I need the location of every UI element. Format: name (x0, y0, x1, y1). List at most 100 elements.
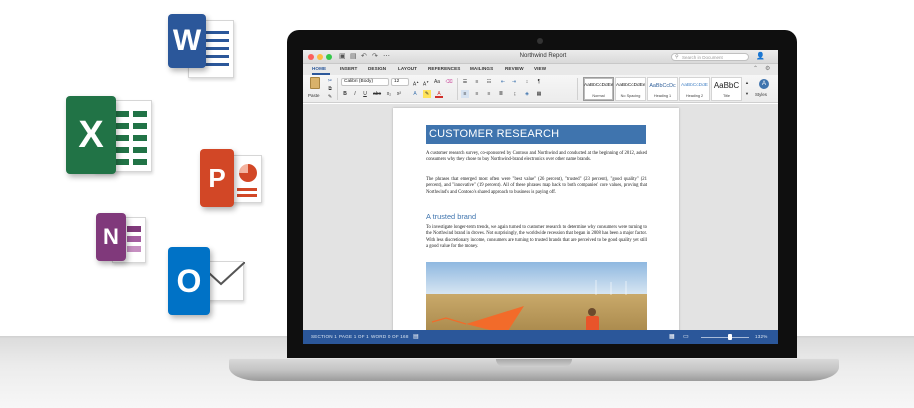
title-bar: ▣ ▤ ↶ ↷ ⋯ Northwind Report ⚲ Search in D… (303, 50, 778, 64)
clipboard-icon (310, 77, 320, 89)
style-name: Title (722, 94, 731, 98)
style-title[interactable]: AaBbC Title (711, 77, 742, 101)
status-bar: SECTION 1 PAGE 1 OF 1 WORD 0 OF 168 ▤ ▦ … (303, 330, 778, 344)
font-name-select[interactable]: Calibri (Body) (341, 78, 389, 86)
tab-design[interactable]: DESIGN (368, 66, 386, 71)
tab-view[interactable]: VIEW (534, 66, 546, 71)
highlight-icon[interactable]: ✎ (423, 90, 431, 98)
ribbon-separator (577, 78, 578, 100)
justify-icon[interactable]: ≣ (497, 90, 505, 98)
style-name: Normal (592, 94, 605, 98)
pie-chart-icon (239, 164, 257, 182)
print-layout-icon[interactable]: ▦ (669, 333, 675, 340)
camera-dot (537, 38, 543, 44)
tab-layout[interactable]: LAYOUT (398, 66, 417, 71)
format-painter-icon[interactable]: ✎ (326, 93, 334, 101)
copy-icon[interactable]: ⧉ (326, 85, 334, 93)
collapse-ribbon-icon[interactable]: ⌃ (753, 65, 758, 72)
increase-indent-icon[interactable]: ⇥ (510, 78, 518, 86)
save-icon[interactable]: ▣ (339, 53, 346, 61)
zoom-slider[interactable] (701, 337, 749, 338)
tab-review[interactable]: REVIEW (505, 66, 524, 71)
style-heading-2[interactable]: AaBbCcDdE Heading 2 (679, 77, 710, 101)
grow-font-icon[interactable]: A▲ (412, 78, 420, 88)
multilevel-list-icon[interactable]: ☷ (485, 78, 493, 86)
strikethrough-icon[interactable]: abc (373, 90, 381, 98)
align-left-icon[interactable]: ≡ (461, 90, 469, 98)
search-placeholder: Search in Document (682, 55, 723, 60)
superscript-icon[interactable]: x² (395, 90, 403, 98)
shrink-font-icon[interactable]: A▼ (422, 78, 430, 88)
promo-stage: W X P N O ▣ ▤ ↶ ↷ ⋯ Northwind Report ⚲ S… (0, 0, 914, 408)
document-page[interactable]: CUSTOMER RESEARCH A customer research su… (393, 108, 679, 330)
style-sample: AaBbCcDdEe (616, 83, 645, 88)
search-input[interactable]: ⚲ Search in Document (671, 53, 749, 61)
zoom-level[interactable]: 132% (755, 334, 768, 339)
align-center-icon[interactable]: ≡ (473, 90, 481, 98)
word-app-icon[interactable]: W (166, 14, 238, 80)
outlook-icon: O (168, 247, 210, 315)
sort-icon[interactable]: ↕ (523, 78, 531, 86)
styles-label: Styles (755, 92, 767, 97)
style-normal[interactable]: AaBbCcDdEe Normal (583, 77, 614, 101)
style-sample: AaBbCcDdEe (584, 83, 613, 88)
text-effects-icon[interactable]: A (411, 90, 419, 98)
style-heading-1[interactable]: AaBbCcDc Heading 1 (647, 77, 678, 101)
redo-icon[interactable]: ↷ (372, 53, 378, 61)
styles-pane-icon: A (759, 79, 769, 89)
proofing-icon[interactable]: ▤ (413, 333, 419, 340)
document-canvas[interactable]: CUSTOMER RESEARCH A customer research su… (303, 104, 778, 330)
font-color-icon[interactable]: A (435, 90, 443, 98)
laptop-notch (496, 359, 572, 367)
outlook-app-icon[interactable]: O (166, 247, 246, 319)
tab-mailings[interactable]: MAILINGS (470, 66, 493, 71)
clear-formatting-icon[interactable]: ⌫ (445, 78, 453, 86)
style-no-spacing[interactable]: AaBbCcDdEe No Spacing (615, 77, 646, 101)
tab-references[interactable]: REFERENCES (428, 66, 460, 71)
tab-home[interactable]: HOME (312, 66, 326, 71)
section-heading: A trusted brand (426, 212, 477, 221)
excel-app-icon[interactable]: X (64, 96, 154, 180)
zoom-slider-thumb[interactable] (727, 334, 732, 340)
zoom-button[interactable] (326, 54, 332, 60)
powerpoint-app-icon[interactable]: P (198, 149, 264, 211)
bullets-icon[interactable]: ☰ (461, 78, 469, 86)
line-spacing-icon[interactable]: ↨ (511, 90, 519, 98)
subscript-icon[interactable]: x₂ (385, 90, 393, 98)
show-marks-icon[interactable]: ¶ (535, 78, 543, 86)
align-right-icon[interactable]: ≡ (485, 90, 493, 98)
close-button[interactable] (308, 54, 314, 60)
styles-scroll-down-icon[interactable]: ▼ (743, 90, 751, 98)
web-layout-icon[interactable]: ▭ (683, 333, 689, 340)
onenote-icon: N (96, 213, 126, 261)
ribbon-separator (457, 78, 458, 100)
styles-pane-button[interactable]: A Styles (754, 78, 774, 100)
document-title: CUSTOMER RESEARCH (426, 125, 646, 144)
paste-button[interactable]: Paste (307, 77, 323, 101)
search-icon: ⚲ (675, 54, 679, 60)
kite-field-photo[interactable] (426, 262, 647, 330)
change-case-icon[interactable]: Aa (433, 78, 441, 86)
style-name: Heading 1 (653, 94, 672, 98)
shading-icon[interactable]: ◈ (523, 90, 531, 98)
italic-button[interactable]: I (351, 90, 359, 98)
cut-icon[interactable]: ✂ (326, 77, 334, 85)
styles-scroll-up-icon[interactable]: ▲ (743, 79, 751, 87)
font-size-select[interactable]: 12 (391, 78, 409, 86)
status-word-count[interactable]: WORD 0 OF 168 (371, 334, 409, 339)
tab-insert[interactable]: INSERT (340, 66, 357, 71)
share-icon[interactable]: 👤 (756, 52, 765, 60)
minimize-button[interactable] (317, 54, 323, 60)
status-page[interactable]: PAGE 1 OF 1 (339, 334, 369, 339)
customize-toolbar-icon[interactable]: ⋯ (383, 53, 390, 61)
print-icon[interactable]: ▤ (350, 53, 357, 61)
numbering-icon[interactable]: ≡ (473, 78, 481, 86)
underline-button[interactable]: U (361, 90, 369, 98)
undo-icon[interactable]: ↶ (361, 53, 367, 61)
onenote-app-icon[interactable]: N (94, 213, 148, 267)
borders-icon[interactable]: ▦ (535, 90, 543, 98)
bold-button[interactable]: B (341, 90, 349, 98)
excel-icon: X (66, 96, 116, 174)
settings-icon[interactable]: ⚙ (765, 65, 770, 72)
decrease-indent-icon[interactable]: ⇤ (499, 78, 507, 86)
